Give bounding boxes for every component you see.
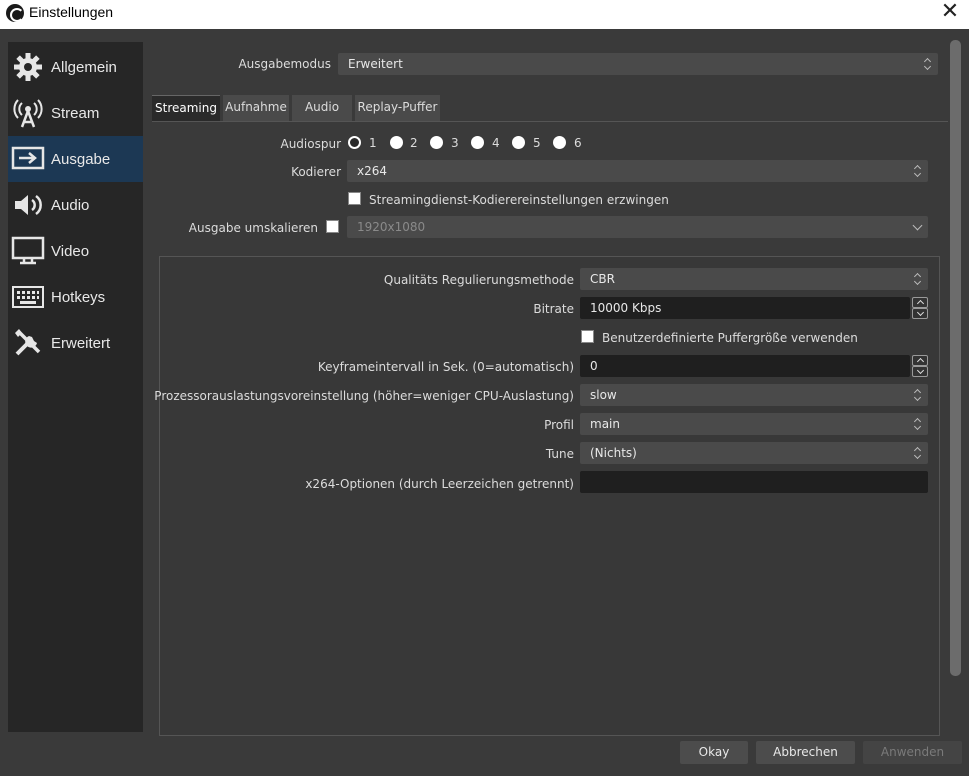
tune-value: (Nichts) [590,446,637,460]
audio-track-radio-1[interactable] [348,136,361,149]
window-title: Einstellungen [29,4,114,20]
tools-icon [11,326,45,360]
rescale-label: Ausgabe umskalieren [188,221,318,235]
sidebar-item-label: Stream [51,104,100,122]
custom-buffer-checkbox[interactable] [581,330,594,343]
output-icon [11,142,45,176]
cancel-button[interactable]: Abbrechen [756,741,855,764]
encoder-value: x264 [357,164,388,178]
rate-control-value: CBR [590,272,615,286]
preset-select[interactable]: slow [580,384,928,406]
rescale-select[interactable]: 1920x1080 [347,216,928,238]
title-bar: Einstellungen ✕ [0,0,969,29]
sidebar-item-label: Erweitert [51,334,111,352]
updown-icon [914,389,922,401]
sidebar-item-video[interactable]: Video [8,228,143,274]
chevron-down-icon [912,220,923,231]
audio-track-label: 2 [410,136,418,150]
ok-button[interactable]: Okay [680,741,748,764]
sidebar-item-hotkeys[interactable]: Hotkeys [8,274,143,320]
sidebar-item-label: Video [51,242,90,260]
keyframe-input[interactable]: 0 [580,355,928,377]
rate-control-label: Qualitäts Regulierungsmethode [383,273,574,287]
updown-icon [914,418,922,430]
profile-select[interactable]: main [580,413,928,435]
sidebar-item-label: Allgemein [51,58,117,76]
audio-track-label: 3 [451,136,459,150]
tab-streaming[interactable]: Streaming [152,95,220,121]
settings-sidebar: Allgemein Stream Ausgabe Audio Video Hot… [8,42,143,732]
spin-up-icon[interactable] [912,297,928,308]
bitrate-value: 10000 Kbps [590,301,662,315]
spin-down-icon[interactable] [912,308,928,319]
preset-value: slow [590,388,617,402]
audio-track-radio-2[interactable] [390,136,403,149]
obs-logo-icon [6,4,24,22]
audio-track-label: 6 [574,136,582,150]
tune-select[interactable]: (Nichts) [580,442,928,464]
keyboard-icon [11,280,45,314]
sidebar-item-label: Ausgabe [51,150,111,168]
sidebar-item-allgemein[interactable]: Allgemein [8,44,143,90]
audiospur-label: Audiospur [280,137,341,151]
bitrate-spinner[interactable] [912,297,928,319]
keyframe-spinner[interactable] [912,355,928,377]
spin-down-icon[interactable] [912,366,928,377]
output-mode-select[interactable]: Erweitert [338,53,938,75]
audio-track-label: 1 [369,136,377,150]
tab-audio[interactable]: Audio [292,95,352,121]
sidebar-item-audio[interactable]: Audio [8,182,143,228]
rescale-value: 1920x1080 [357,220,426,234]
enforce-encoder-settings-label: Streamingdienst-Kodierereinstellungen er… [369,193,669,207]
audio-track-radio-4[interactable] [471,136,484,149]
sidebar-item-ausgabe[interactable]: Ausgabe [8,136,143,182]
scrollbar-thumb[interactable] [950,40,961,676]
encoder-select[interactable]: x264 [347,160,928,182]
sidebar-item-label: Hotkeys [51,288,106,306]
tab-aufnahme[interactable]: Aufnahme [223,95,289,121]
updown-icon [914,165,922,177]
audio-track-label: 4 [492,136,500,150]
encoder-settings-group [159,256,940,736]
tab-divider [152,121,948,122]
vertical-scrollbar[interactable] [950,40,961,732]
profile-value: main [590,417,620,431]
bitrate-label: Bitrate [533,302,574,316]
tune-label: Tune [545,447,574,461]
enforce-encoder-settings-checkbox[interactable] [348,192,361,205]
sidebar-item-erweitert[interactable]: Erweitert [8,320,143,366]
preset-label: Prozessorauslastungsvoreinstellung (höhe… [154,389,574,403]
output-mode-label: Ausgabemodus [238,57,331,71]
monitor-icon [11,234,45,268]
audio-track-radio-6[interactable] [553,136,566,149]
keyframe-label: Keyframeintervall in Sek. (0=automatisch… [317,360,574,374]
close-icon[interactable]: ✕ [936,0,964,26]
tab-replay-puffer[interactable]: Replay-Puffer [355,95,440,121]
updown-icon [914,447,922,459]
output-mode-value: Erweitert [348,57,403,71]
x264-options-label: x264-Optionen (durch Leerzeichen getrenn… [305,477,574,491]
gear-icon [11,50,45,84]
keyframe-value: 0 [590,359,598,373]
rescale-checkbox[interactable] [326,220,339,233]
apply-button[interactable]: Anwenden [863,741,962,764]
antenna-icon [11,96,45,130]
x264-options-input[interactable] [580,471,928,493]
custom-buffer-label: Benutzerdefinierte Puffergröße verwenden [602,331,858,345]
audio-track-radio-5[interactable] [512,136,525,149]
audio-track-radio-3[interactable] [430,136,443,149]
profile-label: Profil [544,418,574,432]
spin-up-icon[interactable] [912,355,928,366]
bitrate-input[interactable]: 10000 Kbps [580,297,928,319]
encoder-label: Kodierer [291,165,341,179]
sidebar-item-stream[interactable]: Stream [8,90,143,136]
rate-control-select[interactable]: CBR [580,268,928,290]
updown-icon [914,273,922,285]
sidebar-item-label: Audio [51,196,90,214]
audio-track-label: 5 [533,136,541,150]
updown-icon [924,58,932,70]
speaker-icon [11,188,45,222]
